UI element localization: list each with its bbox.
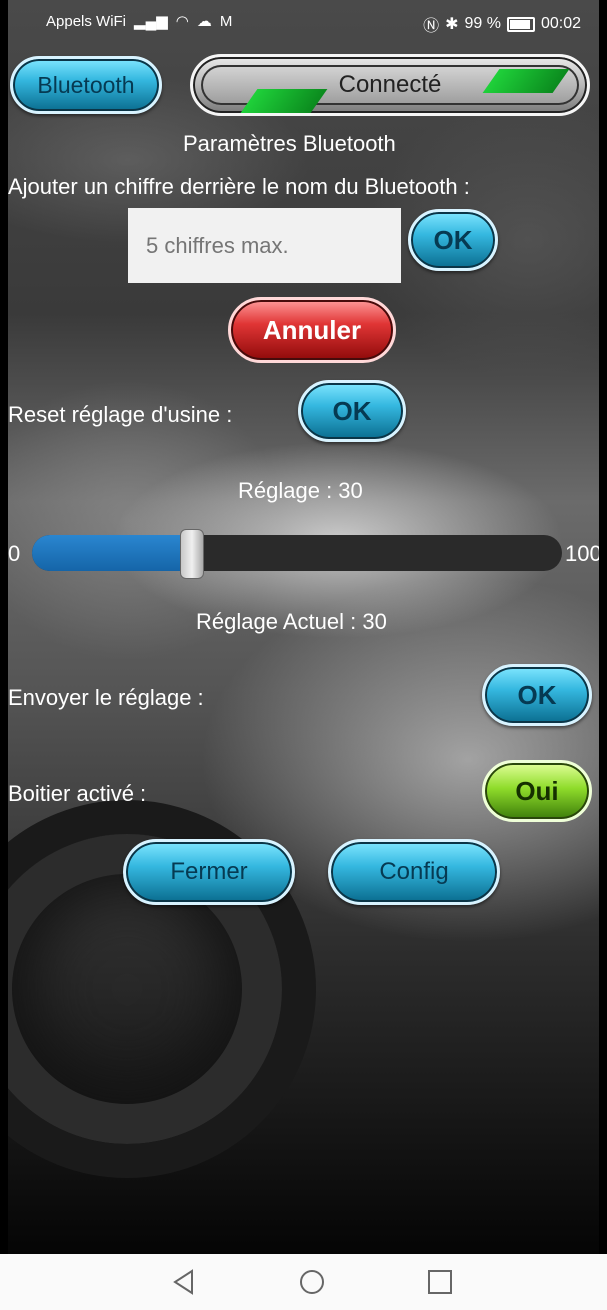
battery-icon xyxy=(506,16,535,32)
close-button[interactable]: Fermer xyxy=(123,839,295,905)
screen: Appels WiFi ▂▄▆ ◠ ☁ M Ⓝ ✱ 99 % 00:02 Blu… xyxy=(0,0,607,1310)
signal-icon: ▂▄▆ xyxy=(134,13,168,30)
wifi-icon: ◠ xyxy=(175,13,189,30)
slider-max-label: 100 xyxy=(565,541,599,566)
bluetooth-status-icon: ✱ xyxy=(445,16,459,33)
bluetooth-button[interactable]: Bluetooth xyxy=(10,56,162,114)
cloud-icon: ☁ xyxy=(196,13,212,30)
bluetooth-settings-instruction: Ajouter un chiffre derrière le nom du Bl… xyxy=(8,174,470,199)
send-setting-ok-button[interactable]: OK xyxy=(482,664,592,726)
recent-apps-icon[interactable] xyxy=(426,1268,454,1296)
box-active-toggle[interactable]: Oui xyxy=(482,760,592,822)
app-view: Appels WiFi ▂▄▆ ◠ ☁ M Ⓝ ✱ 99 % 00:02 Blu… xyxy=(8,0,599,1254)
back-icon[interactable] xyxy=(170,1268,198,1296)
carrier-text: Appels WiFi xyxy=(46,12,127,30)
status-right: Ⓝ ✱ 99 % 00:02 xyxy=(423,12,581,36)
current-adjustment-label: Réglage Actuel : 30 xyxy=(196,609,387,634)
status-bar: Appels WiFi ▂▄▆ ◠ ☁ M Ⓝ ✱ 99 % 00:02 xyxy=(8,0,599,40)
connection-status-inner: Connecté xyxy=(201,65,579,113)
slider-thumb[interactable] xyxy=(180,529,204,579)
factory-reset-ok-button[interactable]: OK xyxy=(298,380,406,442)
cancel-button[interactable]: Annuler xyxy=(228,297,396,363)
clock-text: 00:02 xyxy=(540,15,581,32)
config-button[interactable]: Config xyxy=(328,839,500,905)
connection-status-text: Connecté xyxy=(338,71,442,98)
factory-reset-label: Reset réglage d'usine : xyxy=(8,402,233,427)
adjustment-label: Réglage : 30 xyxy=(238,478,363,503)
connection-status-indicator: Connecté xyxy=(190,54,590,116)
bluetooth-ok-button[interactable]: OK xyxy=(408,209,498,271)
box-active-label: Boitier activé : xyxy=(8,781,147,806)
battery-text: 99 % xyxy=(464,15,501,32)
slider-fill xyxy=(32,535,191,571)
mail-icon: M xyxy=(219,12,233,30)
send-setting-label: Envoyer le réglage : xyxy=(8,685,204,710)
status-left: Appels WiFi ▂▄▆ ◠ ☁ M xyxy=(46,12,233,31)
nfc-icon: Ⓝ xyxy=(423,18,440,35)
home-icon[interactable] xyxy=(298,1268,326,1296)
slider-min-label: 0 xyxy=(8,541,21,566)
system-navigation-bar xyxy=(0,1254,607,1310)
bluetooth-suffix-input[interactable] xyxy=(128,208,401,283)
bluetooth-settings-title: Paramètres Bluetooth xyxy=(183,131,396,156)
adjustment-slider[interactable] xyxy=(32,529,562,579)
